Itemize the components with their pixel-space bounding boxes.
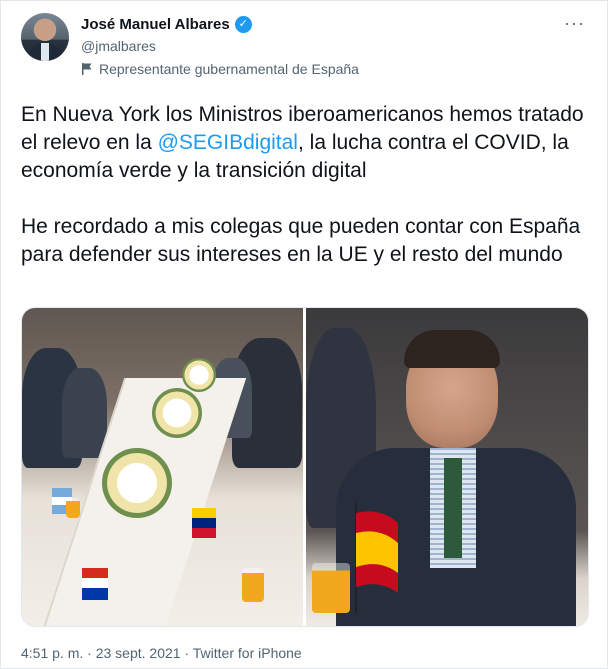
- tweet-timestamp[interactable]: 4:51 p. m.: [21, 645, 83, 661]
- government-label-text: Representante gubernamental de España: [99, 61, 359, 77]
- spain-flag-icon: [355, 503, 398, 613]
- juice-glass: [66, 498, 80, 518]
- tweet-paragraph-2: He recordado a mis colegas que pueden co…: [21, 215, 581, 266]
- meta-separator: ·: [180, 645, 193, 661]
- juice-glass: [312, 563, 350, 613]
- tweet-card: José Manuel Albares ✓ @jmalbares Represe…: [0, 0, 608, 669]
- speaker-hair: [404, 330, 500, 368]
- flower-centerpiece: [102, 448, 172, 518]
- tweet-source[interactable]: Twitter for iPhone: [193, 645, 302, 661]
- author-display-name[interactable]: José Manuel Albares: [81, 16, 230, 33]
- author-name-row: José Manuel Albares ✓: [81, 16, 252, 33]
- meeting-table-photo[interactable]: [22, 308, 303, 626]
- government-label[interactable]: Representante gubernamental de España: [81, 61, 359, 77]
- flower-centerpiece: [182, 358, 216, 392]
- speaker-photo[interactable]: [306, 308, 588, 626]
- tweet-metadata: 4:51 p. m. · 23 sept. 2021 · Twitter for…: [21, 645, 302, 661]
- table-flag-icon: [192, 508, 216, 538]
- person-figure: [62, 368, 107, 458]
- tweet-paragraph-1: En Nueva York los Ministros iberoamerica…: [21, 101, 591, 185]
- tweet-date[interactable]: 23 sept. 2021: [96, 645, 181, 661]
- author-handle[interactable]: @jmalbares: [81, 38, 156, 54]
- more-options-button[interactable]: ···: [564, 13, 585, 34]
- speaker-tie: [444, 458, 462, 558]
- tweet-text: En Nueva York los Ministros iberoamerica…: [21, 101, 591, 269]
- flower-centerpiece: [152, 388, 202, 438]
- verified-badge-icon: ✓: [234, 16, 252, 33]
- tweet-media: [21, 307, 589, 627]
- mention-link[interactable]: @SEGIBdigital: [158, 131, 298, 154]
- flag-icon: [82, 63, 92, 75]
- table-flag-icon: [82, 568, 108, 600]
- avatar-shirt: [41, 43, 49, 61]
- avatar[interactable]: [21, 13, 69, 61]
- juice-glass: [242, 568, 264, 602]
- meta-separator: ·: [83, 645, 96, 661]
